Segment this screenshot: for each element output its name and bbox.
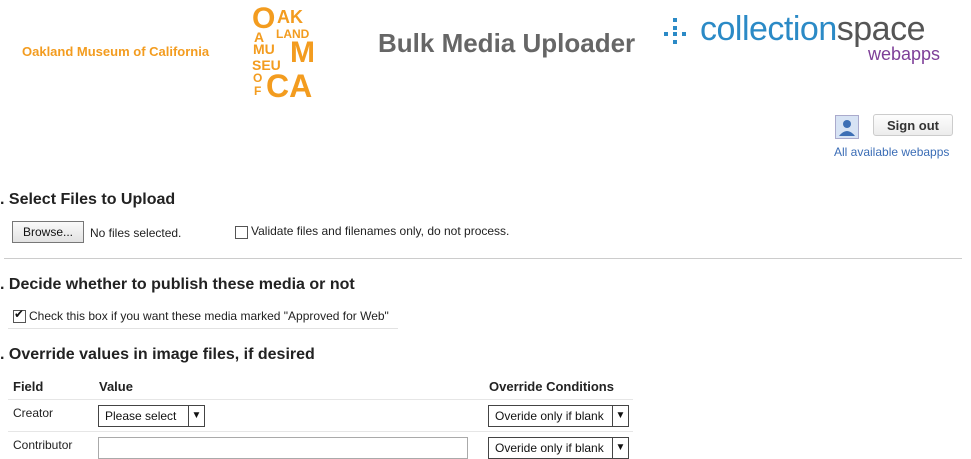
user-icon: [839, 120, 855, 136]
logo-letter: AK: [277, 7, 303, 27]
row-divider: [8, 399, 633, 400]
all-webapps-link[interactable]: All available webapps: [834, 145, 949, 159]
section-override-title: . Override values in image files, if des…: [0, 346, 315, 363]
sign-out-button[interactable]: Sign out: [873, 114, 953, 136]
creator-select[interactable]: Please select ▼: [98, 405, 205, 427]
contributor-condition-value: Overide only if blank: [495, 441, 604, 455]
logo-letter: F: [254, 84, 262, 98]
creator-condition-value: Overide only if blank: [495, 409, 604, 423]
column-header-value: Value: [99, 379, 133, 394]
avatar[interactable]: [835, 115, 859, 139]
creator-select-value: Please select: [105, 409, 177, 423]
approved-for-web-label: Check this box if you want these media m…: [29, 309, 389, 323]
field-label-contributor: Contributor: [13, 438, 73, 452]
cs-logo-main: collection: [700, 10, 837, 48]
column-header-field: Field: [13, 379, 44, 394]
creator-override-condition-select[interactable]: Overide only if blank ▼: [488, 405, 629, 427]
cs-logo-sub: webapps: [868, 44, 941, 64]
validate-only-label: Validate files and filenames only, do no…: [251, 224, 510, 238]
divider: [4, 258, 962, 259]
contributor-override-condition-select[interactable]: Overide only if blank ▼: [488, 437, 629, 459]
oakca-logo: O AK A LAND MU M SEU O F CA: [252, 4, 322, 104]
section-select-files-title: . Select Files to Upload: [0, 191, 176, 208]
collectionspace-logo-icon: [664, 18, 686, 44]
museum-name: Oakland Museum of California: [22, 44, 210, 59]
chevron-down-icon: ▼: [612, 406, 628, 426]
chevron-down-icon: ▼: [188, 406, 204, 426]
row-divider: [8, 431, 633, 432]
logo-letter: MU: [253, 41, 275, 57]
cs-logo-space: space: [836, 10, 926, 48]
logo-letter: CA: [266, 68, 313, 104]
browse-button[interactable]: Browse...: [12, 221, 84, 243]
app-title: Bulk Media Uploader: [378, 28, 636, 58]
file-status: No files selected.: [90, 226, 182, 240]
chevron-down-icon: ▼: [612, 438, 628, 458]
collectionspace-logo: collectionspace webapps: [660, 10, 960, 70]
section-publish-title: . Decide whether to publish these media …: [0, 276, 355, 293]
approved-for-web-checkbox[interactable]: [13, 307, 26, 323]
contributor-input[interactable]: [98, 437, 468, 459]
column-header-override-conditions: Override Conditions: [489, 379, 614, 394]
field-label-creator: Creator: [13, 406, 54, 420]
logo-letter: M: [290, 36, 315, 69]
validate-only-checkbox[interactable]: [235, 226, 248, 239]
logo-letter: O: [253, 71, 263, 85]
